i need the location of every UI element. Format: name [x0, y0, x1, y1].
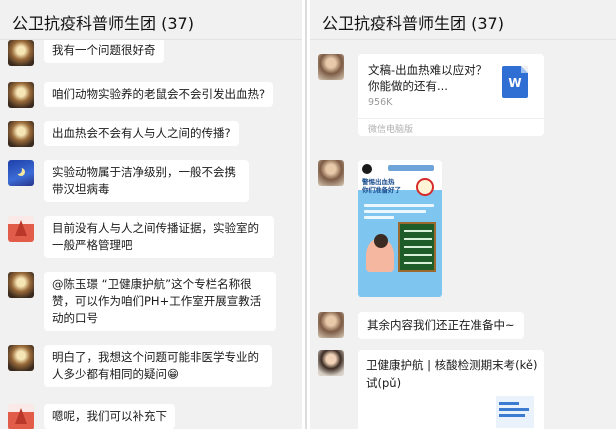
message-row: 出血热会不会有人与人之间的传播?: [8, 121, 239, 147]
message-bubble[interactable]: 咱们动物实验养的老鼠会不会引发出血热?: [44, 82, 274, 107]
message-bubble[interactable]: 我有一个问题很好奇: [44, 40, 164, 63]
tree-avatar[interactable]: [8, 404, 34, 429]
file-message-row: 文稿-出血热难以应对？你能做的还有... W 956K 微信电脑版: [318, 54, 544, 136]
poster-dot: [362, 164, 372, 174]
pane-divider: [302, 0, 310, 429]
moon-avatar[interactable]: [8, 82, 34, 108]
message-bubble[interactable]: 实验动物属于洁净级别，一般不会携带汉坦病毒: [44, 160, 249, 202]
message-row: 嗯呢，我们可以补充下: [8, 404, 175, 429]
left-chat-pane: 公卫抗疫科普师生团 (37) 我有一个问题很好奇 咱们动物实验养的老鼠会不会引发…: [0, 0, 302, 429]
message-bubble[interactable]: 出血热会不会有人与人之间的传播?: [44, 121, 239, 146]
file-name: 文稿-出血热难以应对？你能做的还有...: [368, 63, 488, 93]
moon-avatar[interactable]: [8, 272, 34, 298]
word-icon: W: [502, 66, 528, 98]
message-row: @陈玉璟 “卫健康护航”这个专栏名称很赞，可以作为咱们PH+工作室开展宣教活动的…: [8, 272, 276, 331]
moon-avatar[interactable]: [8, 121, 34, 147]
file-source: 微信电脑版: [358, 118, 544, 138]
message-row: 实验动物属于洁净级别，一般不会携带汉坦病毒: [8, 160, 249, 202]
chat-title: 公卫抗疫科普师生团 (37): [0, 0, 302, 40]
image-message-row: 警惕出血热 你们准备好了: [318, 160, 442, 297]
message-bubble[interactable]: 明白了，我想这个问题可能非医学专业的人多少都有相同的疑问😁: [44, 345, 272, 387]
poster-chalkboard: [398, 222, 436, 272]
link-title: 卫健康护航 | 核酸检测期末考(kě)试(pǔ): [366, 358, 538, 390]
message-row: 我有一个问题很好奇: [8, 40, 164, 66]
message-bubble[interactable]: @陈玉璟 “卫健康护航”这个专栏名称很赞，可以作为咱们PH+工作室开展宣教活动的…: [44, 272, 276, 331]
message-bubble[interactable]: 目前没有人与人之间传播证据，实验室的一般严格管理吧: [44, 216, 274, 258]
photo-avatar[interactable]: [318, 160, 344, 186]
poster-text-line: [364, 210, 426, 213]
message-row: 明白了，我想这个问题可能非医学专业的人多少都有相同的疑问😁: [8, 345, 272, 387]
moon-avatar[interactable]: [8, 40, 34, 66]
no-mouse-icon: [416, 178, 434, 196]
message-row: 咱们动物实验养的老鼠会不会引发出血热?: [8, 82, 274, 108]
poster-figure-head: [374, 234, 388, 248]
tree-avatar[interactable]: [8, 216, 34, 242]
photo-avatar[interactable]: [318, 54, 344, 80]
poster-text-line: [364, 204, 434, 207]
message-row: 其余内容我们还正在准备中~: [318, 312, 524, 339]
file-card[interactable]: 文稿-出血热难以应对？你能做的还有... W 956K 微信电脑版: [358, 54, 544, 136]
message-row: 目前没有人与人之间传播证据，实验室的一般严格管理吧: [8, 216, 274, 258]
file-size: 956K: [368, 97, 393, 108]
link-card[interactable]: 卫健康护航 | 核酸检测期末考(kě)试(pǔ): [358, 350, 544, 429]
message-bubble[interactable]: 嗯呢，我们可以补充下: [44, 404, 175, 429]
poster-logo: [388, 165, 434, 171]
link-message-row: 卫健康护航 | 核酸检测期末考(kě)试(pǔ): [318, 350, 544, 429]
poster-title: 警惕出血热 你们准备好了: [362, 178, 401, 194]
poster-text-line: [364, 216, 394, 219]
right-chat-pane: 公卫抗疫科普师生团 (37) 文稿-出血热难以应对？你能做的还有... W 95…: [310, 0, 616, 429]
blue-avatar[interactable]: [8, 160, 34, 186]
moon-avatar[interactable]: [8, 345, 34, 371]
link-thumbnail: [496, 396, 534, 428]
photo-avatar[interactable]: [318, 312, 344, 338]
message-bubble[interactable]: 其余内容我们还正在准备中~: [358, 312, 524, 339]
woman-avatar[interactable]: [318, 350, 344, 376]
chat-title: 公卫抗疫科普师生团 (37): [310, 0, 616, 40]
poster-image[interactable]: 警惕出血热 你们准备好了: [358, 160, 442, 297]
